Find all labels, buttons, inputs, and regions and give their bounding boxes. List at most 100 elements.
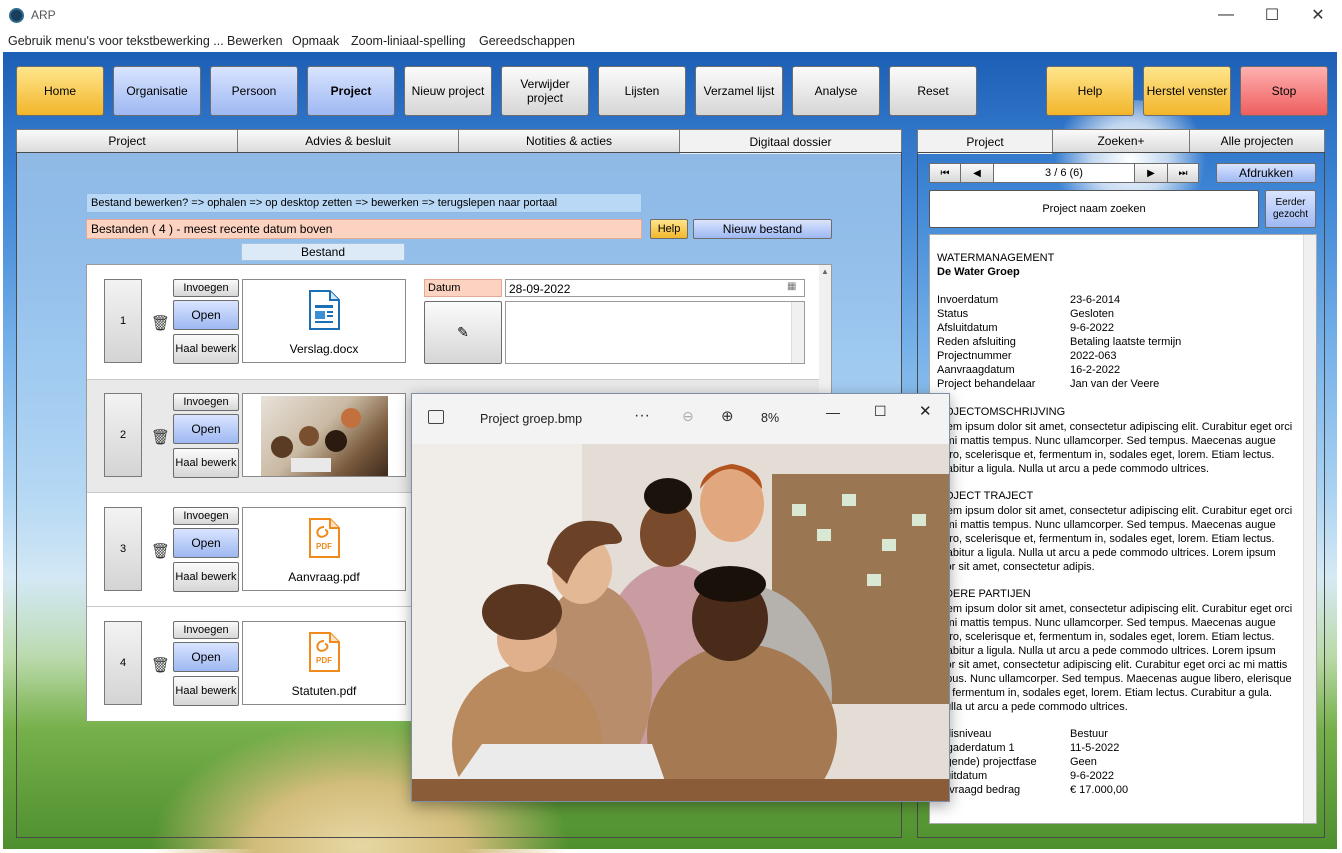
- verzamel-lijst-button[interactable]: Verzamel lijst: [695, 66, 783, 116]
- maximize-button[interactable]: ☐: [1249, 0, 1295, 30]
- pencil-icon[interactable]: ✎: [424, 301, 502, 364]
- open-button[interactable]: Open: [173, 528, 239, 558]
- tab-advies-besluit[interactable]: Advies & besluit: [237, 129, 459, 153]
- app-logo-icon: [9, 8, 24, 23]
- field-label: Reden afsluiting: [937, 336, 1016, 348]
- menu-opmaak[interactable]: Opmaak: [292, 34, 339, 48]
- tab-zoeken[interactable]: Zoeken+: [1052, 129, 1190, 153]
- menu-bewerken[interactable]: Bewerken: [227, 34, 283, 48]
- field-value: 23-6-2014: [1070, 294, 1121, 306]
- pdf-label: PDF: [316, 656, 332, 665]
- menu-gereedschappen[interactable]: Gereedschappen: [479, 34, 575, 48]
- zoom-out-icon[interactable]: ⊖: [682, 408, 694, 425]
- project-detail: WATERMANAGEMENT De Water Groep Invoerdat…: [929, 234, 1317, 824]
- trash-icon[interactable]: 🗑: [151, 314, 170, 332]
- more-options-icon[interactable]: ···: [634, 407, 650, 425]
- field-value: 11-5-2022: [1070, 742, 1120, 754]
- viewer-maximize-button[interactable]: ☐: [874, 403, 887, 420]
- organisatie-button[interactable]: Organisatie: [113, 66, 201, 116]
- field-value: 2022-063: [1070, 350, 1117, 362]
- application-window: ARP — ☐ ✕ Gebruik menu's voor tekstbewer…: [0, 0, 1342, 853]
- file-number: 1: [104, 279, 142, 363]
- verwijder-project-button[interactable]: Verwijder project: [501, 66, 589, 116]
- help-button[interactable]: Help: [1046, 66, 1134, 116]
- dossier-help-button[interactable]: Help: [650, 219, 688, 239]
- detail-scrollbar[interactable]: [1303, 235, 1316, 823]
- edit-instruction: Bestand bewerken? => ophalen => op deskt…: [86, 193, 642, 213]
- trash-icon[interactable]: 🗑: [151, 542, 170, 560]
- section-title: ROJECT TRAJECT: [937, 490, 1034, 502]
- field-value: 9-6-2022: [1070, 322, 1115, 334]
- trash-icon[interactable]: 🗑: [151, 656, 170, 674]
- insert-button[interactable]: Invoegen: [173, 279, 239, 297]
- home-button[interactable]: Home: [16, 66, 104, 116]
- nieuw-project-button[interactable]: Nieuw project: [404, 66, 492, 116]
- reset-button[interactable]: Reset: [889, 66, 977, 116]
- field-value: Geen: [1070, 756, 1097, 768]
- previous-record-icon[interactable]: ◀: [960, 163, 994, 183]
- zoom-level: 8%: [761, 411, 780, 425]
- field-label: Status: [937, 308, 969, 320]
- persoon-button[interactable]: Persoon: [210, 66, 298, 116]
- section-title: ROJECTOMSCHRIJVING: [937, 406, 1066, 418]
- minimize-button[interactable]: —: [1203, 0, 1249, 30]
- file-tile[interactable]: Verslag.docx: [242, 279, 406, 363]
- group-photo: [412, 444, 949, 801]
- record-position: 3 / 6 (6): [993, 163, 1135, 183]
- viewer-minimize-button[interactable]: —: [826, 404, 840, 420]
- new-file-button[interactable]: Nieuw bestand: [693, 219, 832, 239]
- field-value: 16-2-2022: [1070, 364, 1121, 376]
- fetch-edit-button[interactable]: Haal bewerk: [173, 562, 239, 592]
- first-record-icon[interactable]: ⏮: [929, 163, 961, 183]
- field-label: Aanvraagdatum: [937, 364, 1015, 376]
- print-button[interactable]: Afdrukken: [1216, 163, 1316, 183]
- fetch-edit-button[interactable]: Haal bewerk: [173, 334, 239, 364]
- zoom-in-icon[interactable]: ⊕: [721, 407, 734, 425]
- project-organisation: De Water Groep: [937, 266, 1020, 278]
- project-button[interactable]: Project: [307, 66, 395, 116]
- pdf-icon: PDF: [307, 518, 341, 558]
- image-icon[interactable]: [428, 410, 444, 424]
- file-tile[interactable]: PDF Statuten.pdf: [242, 621, 406, 705]
- field-value: Betaling laatste termijn: [1070, 336, 1182, 348]
- next-record-icon[interactable]: ▶: [1134, 163, 1168, 183]
- lijsten-button[interactable]: Lijsten: [598, 66, 686, 116]
- tab-digitaal-dossier[interactable]: Digitaal dossier: [679, 129, 902, 154]
- file-column-header: Bestand: [241, 243, 405, 261]
- document-icon: [307, 290, 341, 330]
- earlier-searched-button[interactable]: Eerder gezocht: [1265, 190, 1316, 228]
- title-bar: [0, 0, 1342, 30]
- menu-text-editing[interactable]: Gebruik menu's voor tekstbewerking ...: [8, 34, 224, 48]
- project-category: WATERMANAGEMENT: [937, 252, 1055, 264]
- window-title: ARP: [31, 8, 56, 22]
- field-value: 9-6-2022: [1070, 770, 1115, 782]
- pdf-label: PDF: [316, 542, 332, 551]
- insert-button[interactable]: Invoegen: [173, 507, 239, 525]
- open-button[interactable]: Open: [173, 642, 239, 672]
- project-search-field[interactable]: Project naam zoeken: [929, 190, 1259, 228]
- trash-icon[interactable]: 🗑: [151, 428, 170, 446]
- calendar-icon[interactable]: ▦: [787, 281, 796, 292]
- menu-zoom-liniaal-spelling[interactable]: Zoom-liniaal-spelling: [351, 34, 466, 48]
- field-value: Jan van der Veere: [1070, 378, 1160, 390]
- fetch-edit-button[interactable]: Haal bewerk: [173, 676, 239, 706]
- stop-button[interactable]: Stop: [1240, 66, 1328, 116]
- file-tile[interactable]: PDF Aanvraag.pdf: [242, 507, 406, 591]
- insert-button[interactable]: Invoegen: [173, 393, 239, 411]
- file-tile[interactable]: [242, 393, 406, 477]
- fetch-edit-button[interactable]: Haal bewerk: [173, 448, 239, 478]
- tab-notities-acties[interactable]: Notities & acties: [458, 129, 680, 153]
- datum-field[interactable]: 28-09-2022: [505, 279, 805, 297]
- notes-field[interactable]: [505, 301, 805, 364]
- tab-alle-projecten[interactable]: Alle projecten: [1189, 129, 1325, 153]
- insert-button[interactable]: Invoegen: [173, 621, 239, 639]
- open-button[interactable]: Open: [173, 414, 239, 444]
- viewer-close-button[interactable]: ✕: [919, 402, 932, 420]
- herstel-venster-button[interactable]: Herstel venster: [1143, 66, 1231, 116]
- analyse-button[interactable]: Analyse: [792, 66, 880, 116]
- open-button[interactable]: Open: [173, 300, 239, 330]
- close-button[interactable]: ✕: [1295, 0, 1341, 30]
- tab-project-right[interactable]: Project: [917, 129, 1053, 154]
- last-record-icon[interactable]: ⏭: [1167, 163, 1199, 183]
- tab-project[interactable]: Project: [16, 129, 238, 153]
